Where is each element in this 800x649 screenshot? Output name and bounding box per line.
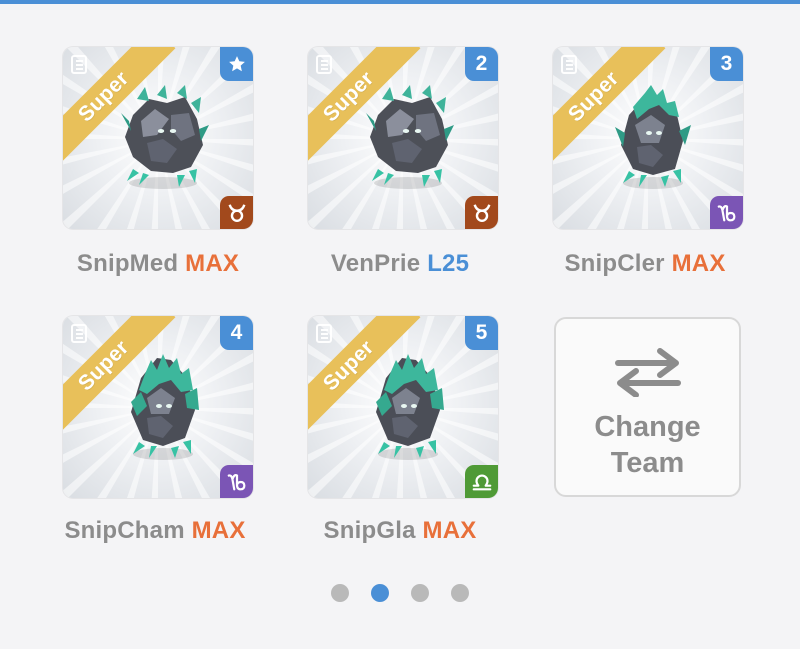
team-position-badge: 4 [220, 316, 253, 350]
page-dot-4[interactable] [451, 584, 469, 602]
change-team-button[interactable]: Change Team [554, 317, 741, 497]
zodiac-badge [465, 465, 498, 498]
monster-level: MAX [185, 250, 240, 277]
document-icon[interactable] [316, 55, 332, 74]
star-icon [228, 56, 245, 72]
monster-card[interactable]: Super 5 [308, 316, 498, 498]
team-position-badge: 2 [465, 47, 498, 81]
team-position-badge: 5 [465, 316, 498, 350]
monster-name: SnipCler MAX [515, 250, 775, 278]
change-team-label: Change Team [556, 409, 739, 481]
monster-card[interactable]: Super [63, 47, 253, 229]
swap-arrows-icon [615, 348, 681, 397]
taurus-icon [473, 204, 490, 222]
top-accent-bar [0, 0, 800, 4]
monster-level: MAX [671, 250, 726, 277]
monster-name: SnipGla MAX [270, 517, 530, 545]
page-dot-3[interactable] [411, 584, 429, 602]
monster-name-text: SnipGla [323, 517, 416, 544]
monster-name-text: VenPrie [330, 250, 421, 277]
zodiac-badge [465, 196, 498, 229]
document-icon[interactable] [561, 55, 577, 74]
capricorn-icon [227, 474, 245, 491]
monster-level: L25 [427, 250, 470, 277]
zodiac-badge [710, 196, 743, 229]
page-dot-2[interactable] [371, 584, 389, 602]
capricorn-icon [717, 205, 735, 222]
zodiac-badge [220, 196, 253, 229]
monster-card[interactable]: Super 2 [308, 47, 498, 229]
document-icon[interactable] [71, 55, 87, 74]
change-team-label-line1: Change [594, 411, 701, 443]
monster-name-text: SnipCham [64, 517, 185, 544]
taurus-icon [228, 204, 245, 222]
monster-name-text: SnipMed [76, 250, 179, 277]
team-position-badge [220, 47, 253, 81]
monster-card[interactable]: Super 3 [553, 47, 743, 229]
monster-card[interactable]: Super 4 [63, 316, 253, 498]
monster-level: MAX [422, 517, 477, 544]
monster-name-text: SnipCler [564, 250, 665, 277]
monster-level: MAX [191, 517, 246, 544]
change-team-label-line2: Team [610, 447, 685, 479]
monster-name: SnipCham MAX [25, 517, 285, 545]
document-icon[interactable] [71, 324, 87, 343]
monster-name: VenPrie L25 [270, 250, 530, 278]
document-icon[interactable] [316, 324, 332, 343]
zodiac-badge [220, 465, 253, 498]
page-dot-1[interactable] [331, 584, 349, 602]
libra-icon [472, 474, 491, 491]
team-position-badge: 3 [710, 47, 743, 81]
monster-name: SnipMed MAX [28, 250, 288, 278]
